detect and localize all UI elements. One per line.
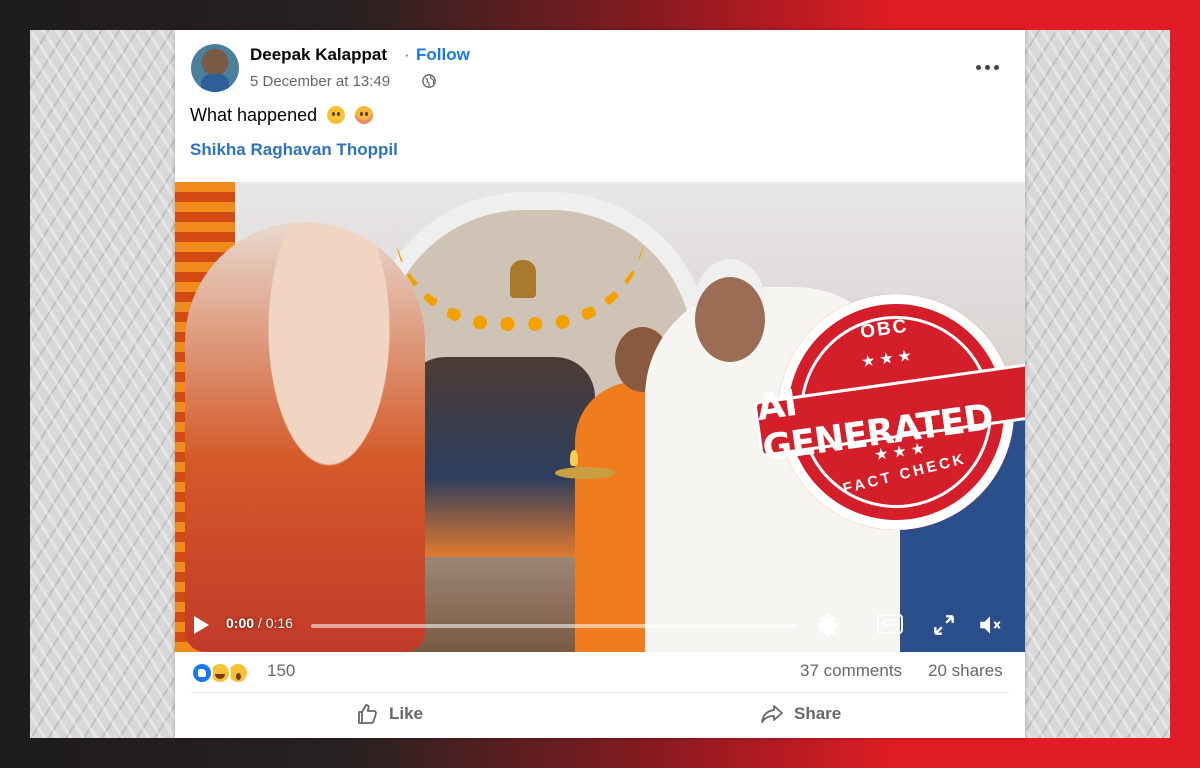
aarti-lamp (555, 467, 615, 479)
actions-divider (191, 692, 1009, 693)
like-label: Like (389, 704, 424, 723)
follow-button[interactable]: Follow (416, 45, 470, 65)
reaction-count[interactable]: 150 (267, 661, 295, 681)
settings-gear-icon[interactable] (815, 612, 841, 638)
video-time: 0:00 / 0:16 (226, 615, 293, 631)
share-button[interactable]: Share (760, 694, 841, 734)
post-caption: What happened (190, 105, 374, 126)
name-separator: · (404, 45, 410, 64)
avatar-shirt (201, 74, 229, 92)
current-time: 0:00 (226, 615, 255, 631)
more-dot (985, 65, 990, 70)
video-player[interactable]: OBC ★★★ AI GENERATED ★★★ FACT CHECK 0:00… (175, 182, 1025, 652)
man-head-with-cap (695, 277, 765, 362)
temple-bell (510, 260, 536, 298)
ai-generated-fact-check-stamp: OBC ★★★ AI GENERATED ★★★ FACT CHECK (753, 278, 1025, 546)
more-dot (976, 65, 981, 70)
fullscreen-icon[interactable] (931, 612, 957, 638)
more-dot (994, 65, 999, 70)
duration: 0:16 (265, 615, 293, 631)
video-progress-bar[interactable] (311, 624, 795, 628)
post-timestamp[interactable]: 5 December at 13:49 (250, 73, 390, 90)
crowd-of-people (405, 357, 595, 557)
tagged-user-link[interactable]: Shikha Raghavan Thoppil (190, 140, 398, 160)
like-button[interactable]: Like (355, 694, 423, 734)
play-icon[interactable] (194, 616, 209, 634)
confused-face-emoji (327, 106, 346, 124)
shares-count[interactable]: 20 shares (928, 661, 1003, 681)
reaction-icons[interactable] (191, 662, 261, 686)
share-label: Share (794, 704, 842, 723)
hanuman-statue (185, 222, 425, 652)
facebook-post-card: Deepak Kalappat · Follow 5 December at 1… (175, 30, 1025, 738)
caption-text: What happened (190, 105, 318, 125)
lamp-flame (570, 450, 578, 466)
time-separator: / (254, 615, 266, 631)
globe-icon (422, 74, 436, 88)
like-reaction-icon (191, 662, 213, 684)
avatar[interactable] (191, 44, 239, 92)
thumbs-up-icon (358, 704, 377, 724)
more-options-button[interactable] (971, 52, 1005, 82)
video-controls-bar: 0:00 / 0:16 CC (175, 600, 1025, 650)
closed-captions-icon[interactable]: CC (877, 614, 903, 634)
share-arrow-icon (761, 705, 783, 723)
muted-volume-icon[interactable] (977, 612, 1003, 638)
flushed-face-emoji (355, 106, 374, 124)
author-name[interactable]: Deepak Kalappat (250, 45, 387, 65)
comments-count[interactable]: 37 comments (800, 661, 902, 681)
